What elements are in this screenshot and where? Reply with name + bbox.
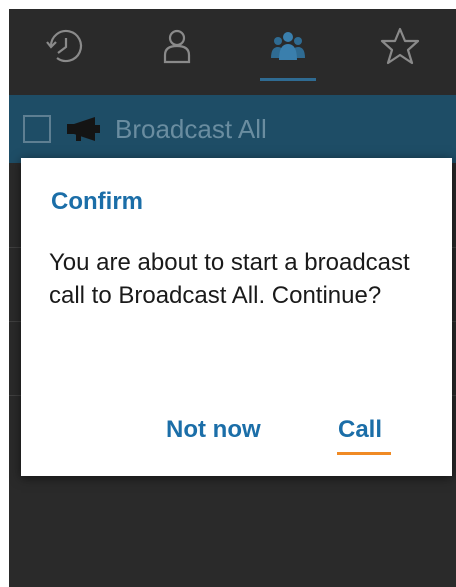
history-icon	[46, 29, 82, 63]
call-button[interactable]: Call	[338, 416, 382, 444]
group-row-broadcast-all[interactable]: Broadcast All	[9, 95, 456, 163]
confirm-dialog: Confirm You are about to start a broadca…	[21, 158, 452, 476]
megaphone-icon	[67, 117, 100, 141]
favorites-star-icon	[381, 27, 420, 65]
dialog-title: Confirm	[51, 188, 143, 215]
group-name: Broadcast All	[115, 113, 267, 144]
dialog-message: You are about to start a broadcast call …	[49, 249, 410, 309]
not-now-button[interactable]: Not now	[166, 416, 261, 444]
groups-icon	[271, 32, 306, 60]
tab-favorites[interactable]	[344, 9, 456, 83]
tab-contacts[interactable]	[121, 9, 233, 83]
focus-underline	[337, 452, 391, 455]
tab-history[interactable]	[9, 9, 121, 83]
active-tab-indicator	[260, 78, 317, 81]
tab-bar	[9, 9, 456, 83]
tab-groups[interactable]	[233, 9, 345, 83]
contact-icon	[163, 29, 190, 64]
group-select-checkbox[interactable]	[23, 115, 51, 143]
